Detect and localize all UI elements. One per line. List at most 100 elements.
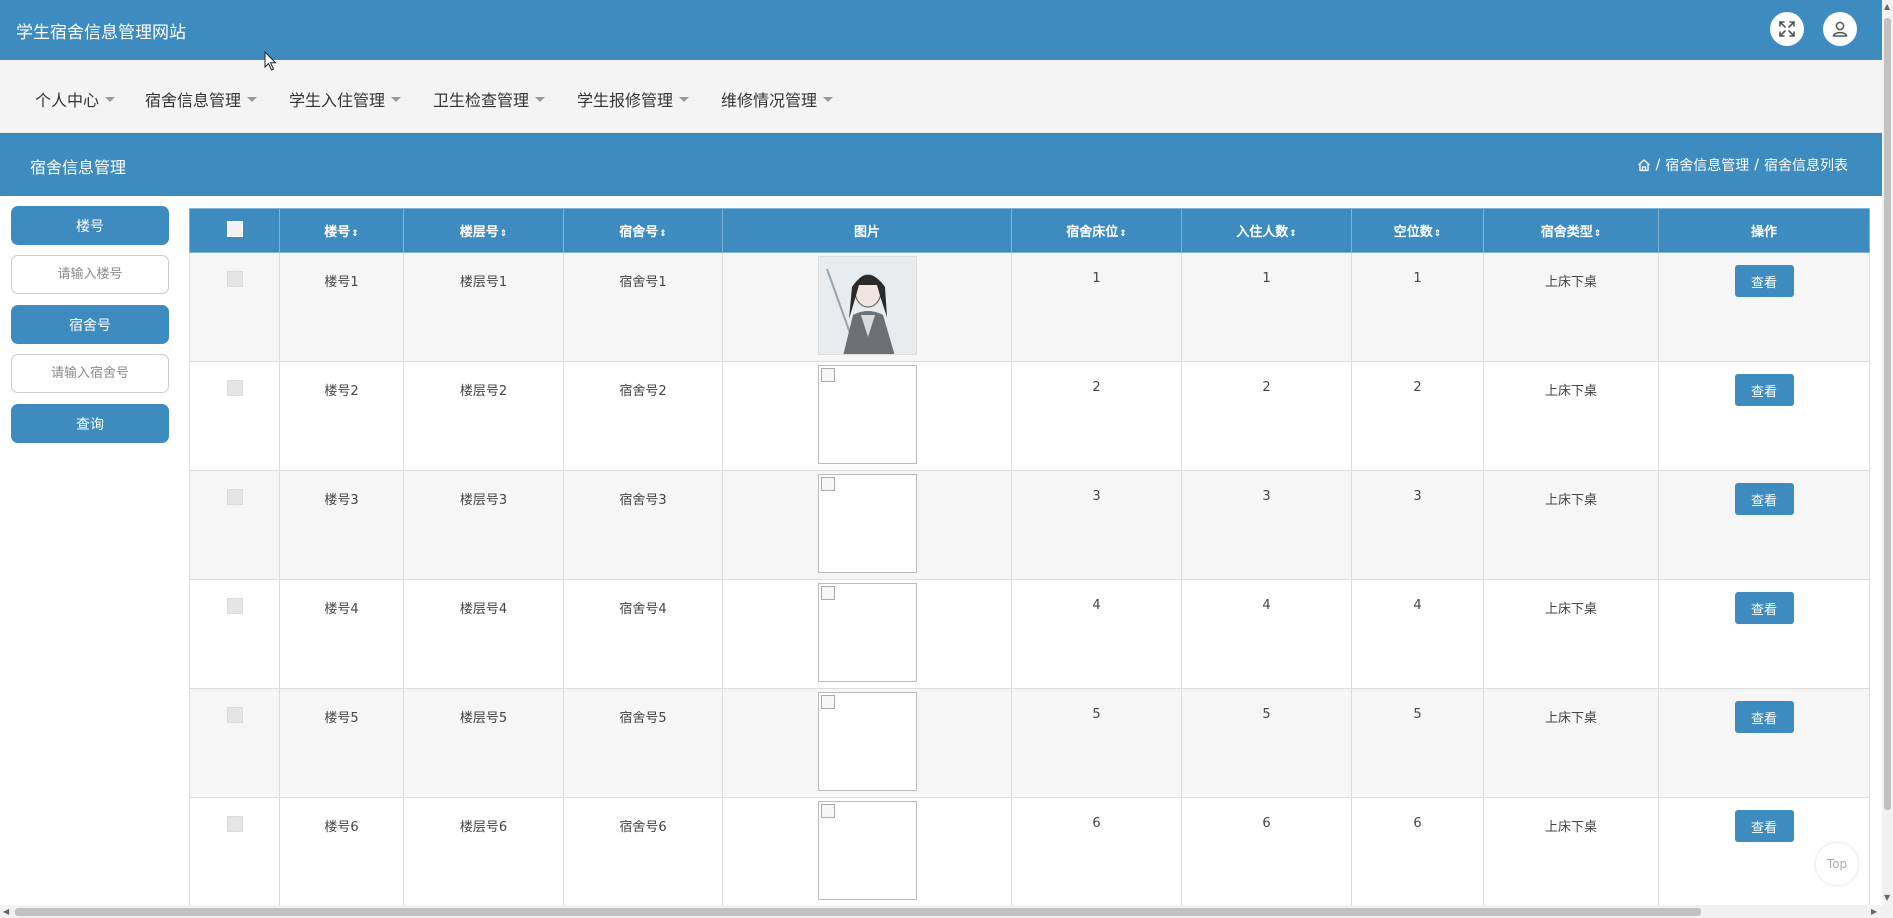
scroll-down-icon[interactable]: ▼ [1884,893,1890,902]
header-building[interactable]: 楼号⇕ [279,208,404,253]
vertical-scrollbar[interactable]: ▲ ▼ [1882,0,1893,918]
action-cell: 查看 [1658,579,1870,689]
breadcrumb-separator: / [1754,157,1759,173]
header-occupants[interactable]: 入住人数⇕ [1181,208,1352,253]
user-menu-button[interactable] [1823,12,1857,46]
occupants-cell: 4 [1181,579,1352,689]
beds-cell: 6 [1011,797,1182,907]
beds-cell: 3 [1011,470,1182,580]
dorm-photo[interactable] [817,801,917,900]
nav-personal-center[interactable]: 个人中心 [35,87,116,111]
header-label: 宿舍类型 [1540,225,1593,240]
view-button[interactable]: 查看 [1734,483,1794,515]
beds-cell: 4 [1011,579,1182,689]
dorm-photo[interactable] [817,474,917,573]
header-type[interactable]: 宿舍类型⇕ [1483,208,1659,253]
horizontal-scrollbar[interactable]: ◀ ▶ [0,905,1882,918]
room-cell: 宿舍号6 [563,797,723,907]
room-cell: 宿舍号5 [563,688,723,798]
select-all-checkbox[interactable] [226,220,243,237]
table-row: 楼号4 楼层号4 宿舍号4 4 4 4 上床下桌 查看 [189,579,1870,689]
header-vacant[interactable]: 空位数⇕ [1351,208,1484,253]
broken-image-icon [820,368,835,382]
site-title: 学生宿舍信息管理网站 [16,23,186,43]
view-button[interactable]: 查看 [1734,592,1794,624]
room-input[interactable] [11,354,169,393]
nav-label: 卫生检查管理 [433,91,530,110]
scroll-left-icon[interactable]: ◀ [3,907,9,916]
building-input[interactable] [11,255,169,294]
select-cell [189,252,280,362]
vertical-scroll-thumb[interactable] [1884,18,1891,810]
occupants-cell: 5 [1181,688,1352,798]
nav-dorm-info[interactable]: 宿舍信息管理 [145,87,258,111]
view-button[interactable]: 查看 [1734,265,1794,297]
vacant-cell: 4 [1351,579,1484,689]
sort-icon: ⇕ [1289,229,1297,239]
header-room[interactable]: 宿舍号⇕ [563,208,723,253]
scroll-up-icon[interactable]: ▲ [1884,2,1890,11]
header-label: 楼号 [324,225,351,240]
fullscreen-icon [1779,21,1795,37]
header-image: 图片 [722,208,1012,253]
caret-down-icon [105,96,116,102]
sort-icon: ⇕ [499,229,508,239]
view-button[interactable]: 查看 [1734,374,1794,406]
floor-cell: 楼层号2 [403,361,564,471]
row-checkbox[interactable] [226,271,243,287]
dorm-photo[interactable] [817,692,917,791]
nav-label: 宿舍信息管理 [145,91,242,110]
floor-cell: 楼层号1 [403,252,564,362]
nav-label: 学生入住管理 [289,91,386,110]
fullscreen-button[interactable] [1770,12,1804,46]
header-beds[interactable]: 宿舍床位⇕ [1011,208,1182,253]
nav-check-in[interactable]: 学生入住管理 [289,87,402,111]
caret-down-icon [679,96,690,102]
building-cell: 楼号2 [279,361,404,471]
header-label: 入住人数 [1236,225,1289,240]
breadcrumb-separator: / [1655,157,1661,173]
row-checkbox[interactable] [226,598,243,614]
type-cell: 上床下桌 [1483,252,1659,362]
select-cell [189,579,280,689]
caret-down-icon [535,96,546,102]
image-cell [722,252,1012,362]
beds-cell: 1 [1011,252,1182,362]
dorm-photo[interactable] [817,256,917,355]
view-button[interactable]: 查看 [1734,810,1794,842]
home-icon[interactable] [1637,158,1651,172]
dorm-photo[interactable] [817,583,917,682]
action-cell: 查看 [1658,688,1870,798]
nav-repair-report[interactable]: 学生报修管理 [577,87,690,111]
row-checkbox[interactable] [226,707,243,723]
caret-down-icon [391,96,402,102]
sort-icon: ⇕ [1433,229,1442,239]
occupants-cell: 2 [1181,361,1352,471]
row-checkbox[interactable] [226,380,243,396]
action-cell: 查看 [1658,252,1870,362]
header-label: 楼层号 [459,225,499,240]
header-floor[interactable]: 楼层号⇕ [403,208,564,253]
header-label: 宿舍床位 [1066,225,1119,240]
breadcrumb-dorm-info[interactable]: 宿舍信息管理 [1665,155,1749,175]
horizontal-scroll-thumb[interactable] [15,908,1701,916]
dorm-photo[interactable] [817,365,917,464]
image-cell [722,579,1012,689]
nav-hygiene-check[interactable]: 卫生检查管理 [433,87,546,111]
building-cell: 楼号6 [279,797,404,907]
floor-cell: 楼层号4 [403,579,564,689]
row-checkbox[interactable] [226,816,243,832]
row-checkbox[interactable] [226,489,243,505]
broken-image-icon [820,695,835,709]
building-cell: 楼号4 [279,579,404,689]
vacant-cell: 2 [1351,361,1484,471]
view-button[interactable]: 查看 [1734,701,1794,733]
select-cell [189,797,280,907]
query-button[interactable]: 查询 [11,404,169,443]
room-cell: 宿舍号4 [563,579,723,689]
scroll-right-icon[interactable]: ▶ [1871,907,1877,916]
back-to-top-button[interactable]: Top [1815,842,1859,886]
beds-cell: 2 [1011,361,1182,471]
nav-maintenance[interactable]: 维修情况管理 [721,87,834,111]
main-nav: 个人中心 宿舍信息管理 学生入住管理 卫生检查管理 学生报修管理 维修情况管理 [0,60,1882,133]
